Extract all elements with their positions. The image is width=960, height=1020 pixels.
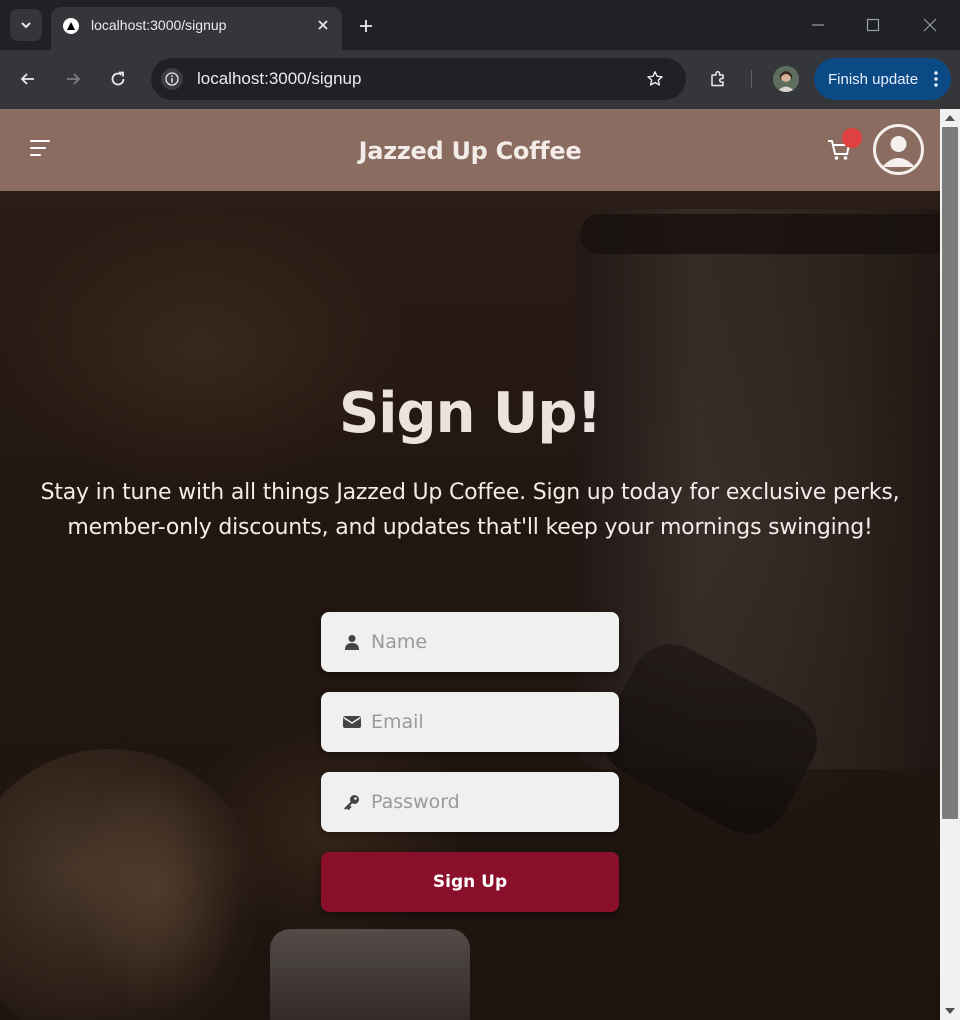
close-icon[interactable] — [313, 15, 333, 35]
toolbar-divider — [751, 70, 752, 88]
address-url[interactable]: localhost:3000/signup — [197, 69, 361, 89]
tab-title: localhost:3000/signup — [91, 17, 227, 33]
password-field — [321, 772, 619, 832]
star-icon[interactable] — [644, 68, 666, 90]
puzzle-icon[interactable] — [704, 65, 732, 93]
email-field — [321, 692, 619, 752]
plus-icon[interactable] — [352, 12, 380, 40]
reload-icon[interactable] — [103, 64, 133, 94]
maximize-icon[interactable] — [858, 10, 888, 40]
more-vert-icon — [934, 71, 938, 87]
profile-avatar[interactable] — [773, 66, 799, 92]
signup-description: Stay in tune with all things Jazzed Up C… — [40, 480, 900, 540]
key-icon — [343, 793, 361, 811]
brand-title[interactable]: Jazzed Up Coffee — [0, 137, 940, 165]
finish-update-button[interactable]: Finish update — [814, 58, 951, 100]
page-title: Sign Up! — [338, 381, 602, 446]
minimize-icon[interactable] — [803, 10, 833, 40]
arrow-right-icon[interactable] — [58, 64, 88, 94]
person-icon — [343, 633, 361, 651]
app-header: Jazzed Up Coffee — [0, 109, 940, 191]
triangle-logo-icon — [63, 18, 79, 34]
info-icon[interactable] — [161, 68, 183, 90]
tab-search-button[interactable] — [10, 9, 42, 41]
user-circle-icon[interactable] — [873, 124, 924, 175]
chevron-down-icon — [21, 22, 31, 29]
scroll-up-icon[interactable] — [945, 115, 955, 121]
window-close-icon[interactable] — [915, 10, 945, 40]
browser-toolbar: localhost:3000/signup Finish update — [0, 50, 960, 109]
page-scrollbar[interactable] — [940, 109, 960, 1020]
scroll-down-icon[interactable] — [945, 1008, 955, 1014]
page-viewport: Jazzed Up Coffee Sign Up! Stay in tune w… — [0, 109, 940, 1020]
arrow-left-icon[interactable] — [13, 64, 43, 94]
email-input[interactable] — [371, 692, 607, 752]
scrollbar-thumb[interactable] — [942, 127, 958, 819]
browser-tab[interactable]: localhost:3000/signup — [51, 7, 342, 50]
name-field — [321, 612, 619, 672]
password-input[interactable] — [371, 772, 607, 832]
name-input[interactable] — [371, 612, 607, 672]
finish-update-label: Finish update — [828, 70, 919, 88]
sign-up-button[interactable]: Sign Up — [321, 852, 619, 912]
browser-tabstrip: localhost:3000/signup — [0, 0, 960, 50]
cart-badge — [842, 128, 862, 148]
envelope-icon — [343, 713, 361, 731]
address-bar[interactable]: localhost:3000/signup — [151, 58, 686, 100]
